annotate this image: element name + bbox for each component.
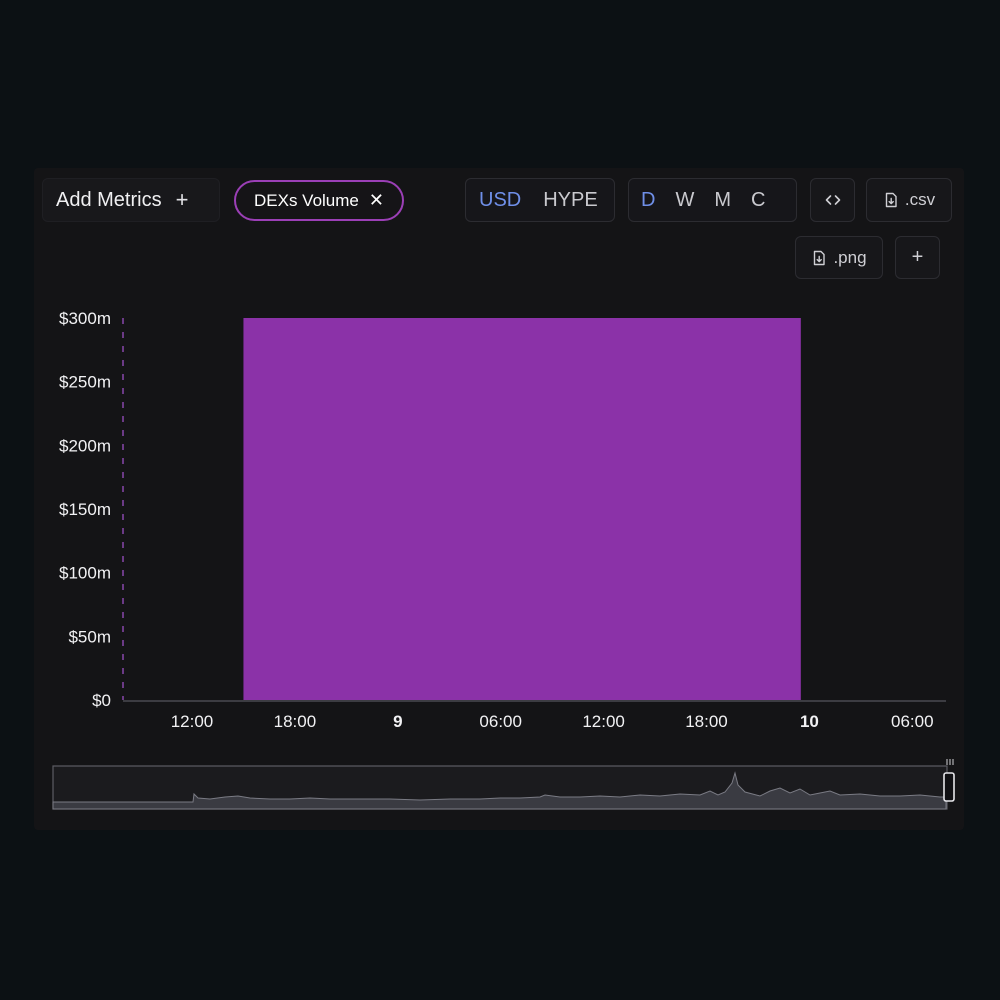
x-axis: 12:00 18:00 9 06:00 12:00 18:00 10 06:00 (171, 712, 934, 731)
y-tick-label: $200m (59, 436, 111, 455)
y-tick-label: $50m (68, 627, 111, 646)
x-tick-label: 18:00 (274, 712, 317, 731)
y-tick-label: $300m (59, 309, 111, 328)
chart-svg: $0 $50m $100m $150m $200m $250m $300m 12:00 18:… (52, 309, 955, 810)
y-axis: $0 $50m $100m $150m $200m $250m $300m (59, 309, 111, 710)
y-tick-label: $100m (59, 564, 111, 583)
x-tick-label: 06:00 (891, 712, 934, 731)
overview-brush[interactable] (52, 759, 955, 810)
x-tick-label: 9 (393, 712, 402, 731)
y-tick-label: $150m (59, 500, 111, 519)
x-tick-label: 18:00 (685, 712, 728, 731)
bar-dexs-volume[interactable] (243, 318, 801, 700)
brush-handle-right[interactable] (943, 772, 955, 802)
x-tick-label: 06:00 (479, 712, 522, 731)
y-tick-label: $0 (92, 691, 111, 710)
x-tick-label: 10 (800, 712, 819, 731)
x-tick-label: 12:00 (171, 712, 214, 731)
x-tick-label: 12:00 (582, 712, 625, 731)
y-tick-label: $250m (59, 373, 111, 392)
